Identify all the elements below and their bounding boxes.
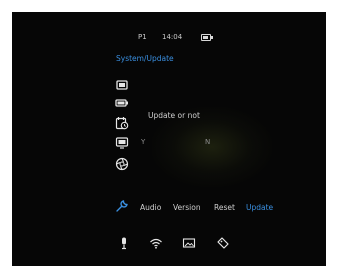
tab-reset[interactable]: Reset bbox=[214, 203, 235, 212]
tag-icon[interactable] bbox=[216, 236, 230, 250]
clock-icon[interactable] bbox=[115, 116, 129, 130]
screen-icon[interactable] bbox=[115, 136, 129, 150]
wifi-icon[interactable] bbox=[149, 236, 163, 250]
device-screen: P1 14:04 System/Update Update or not Y N… bbox=[12, 12, 326, 266]
tab-audio[interactable]: Audio bbox=[140, 203, 161, 212]
display-icon[interactable] bbox=[115, 78, 129, 92]
tab-update[interactable]: Update bbox=[246, 203, 273, 212]
aperture-icon[interactable] bbox=[115, 157, 129, 171]
update-prompt: Update or not bbox=[148, 111, 200, 120]
battery-icon[interactable] bbox=[115, 96, 129, 110]
battery-status-icon bbox=[201, 34, 213, 41]
yes-option[interactable]: Y bbox=[141, 138, 145, 146]
wrench-icon[interactable] bbox=[115, 199, 129, 213]
microphone-icon[interactable] bbox=[117, 236, 131, 250]
no-option[interactable]: N bbox=[205, 138, 210, 146]
tab-version[interactable]: Version bbox=[173, 203, 201, 212]
page-title: System/Update bbox=[116, 54, 174, 63]
clock-time: 14:04 bbox=[162, 33, 183, 41]
picture-icon[interactable] bbox=[182, 236, 196, 250]
profile-indicator: P1 bbox=[138, 33, 147, 41]
